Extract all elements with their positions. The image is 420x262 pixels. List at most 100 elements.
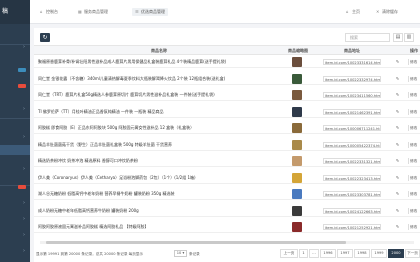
edit-icon[interactable]: ✎ bbox=[395, 109, 400, 115]
sidebar-chevron-icon[interactable]: › bbox=[23, 200, 25, 206]
page-size-select[interactable]: 10 ▾ bbox=[174, 250, 187, 257]
table-row[interactable]: 成人奶粉无糖中老年低脂高钙营养牛奶粉 罐装奶粉 200g item.jd.com/… bbox=[34, 205, 420, 217]
edit-icon[interactable]: ✎ bbox=[395, 92, 400, 98]
sidebar-item-active[interactable] bbox=[0, 145, 30, 155]
tab-service-goods[interactable]: ▦ 服务商品管理 bbox=[78, 8, 108, 16]
sidebar-logo: 稿 bbox=[0, 0, 30, 24]
operate-cell[interactable]: 修改 bbox=[408, 75, 420, 82]
clear-cache-label: 清除缓存 bbox=[382, 9, 398, 14]
page-button[interactable]: 1996 bbox=[320, 249, 336, 258]
scrollbar-thumb[interactable] bbox=[46, 241, 346, 244]
sidebar-chevron-icon[interactable]: › bbox=[23, 248, 25, 254]
product-thumbnail[interactable] bbox=[292, 90, 302, 100]
tab-dashboard[interactable]: ⌂ 控制台 bbox=[40, 8, 58, 16]
operate-cell[interactable]: 修改 bbox=[408, 224, 420, 230]
page-button[interactable]: 1997 bbox=[337, 249, 353, 258]
table-row[interactable]: 精品羊肚菌菌菇干货（野生）正品羊肚菌礼盒装 500g 特级羊肚菌 干货营养 ite… bbox=[34, 139, 420, 151]
product-url-field[interactable]: item.jd.com/10021462391.html bbox=[323, 108, 381, 115]
columns-icon: ▥ bbox=[406, 34, 412, 40]
product-thumbnail[interactable] bbox=[292, 123, 302, 133]
product-thumbnail[interactable] bbox=[292, 172, 302, 183]
product-thumbnail[interactable] bbox=[292, 57, 302, 67]
product-url-field[interactable]: item.jd.com/10024122663.html bbox=[323, 207, 381, 214]
edit-icon[interactable]: ✎ bbox=[395, 208, 400, 214]
edit-icon[interactable]: ✎ bbox=[395, 224, 400, 230]
edit-icon[interactable]: ✎ bbox=[395, 158, 400, 164]
operate-cell[interactable]: 修改 bbox=[408, 191, 420, 197]
sidebar-chevron-icon[interactable]: › bbox=[23, 232, 25, 238]
header-operate[interactable]: 操作 bbox=[408, 46, 420, 56]
refresh-button[interactable]: ↻ bbox=[40, 33, 50, 42]
table-row[interactable]: 湖人谷无糖奶粉 低脂高钙中老年奶粉 营养早餐牛奶粉 罐装奶粉 350g 精选装 i… bbox=[34, 188, 420, 200]
sidebar-logo-text: 稿 bbox=[2, 8, 9, 15]
page-button[interactable]: 1999 bbox=[371, 249, 387, 258]
operate-cell[interactable]: 修改 bbox=[408, 125, 420, 131]
horizontal-scrollbar[interactable] bbox=[40, 241, 414, 244]
view-toggle-button[interactable]: ▤ bbox=[393, 33, 403, 42]
product-thumbnail[interactable] bbox=[292, 156, 302, 166]
edit-icon[interactable]: ✎ bbox=[395, 59, 400, 65]
product-url-field[interactable]: item.jd.com/10023331614.html bbox=[323, 59, 381, 65]
edit-icon[interactable]: ✎ bbox=[395, 142, 400, 148]
page-button-active[interactable]: 2000 bbox=[388, 249, 404, 258]
product-name: 聚福原香鹿茸补骨/补肾壮阳男性滋补品成人鹿茸片男用保健品礼盒装鹿茸礼品 4个装精… bbox=[38, 59, 227, 64]
product-thumbnail[interactable] bbox=[292, 222, 302, 232]
table-row[interactable]: 阿胶糕 即食阿胶（E）正品东阿阿胶块 500g 阿胶固元膏女性滋补品 12 盒装… bbox=[34, 122, 420, 134]
clear-cache-button[interactable]: ✕ 清除缓存 bbox=[376, 8, 398, 16]
product-thumbnail[interactable] bbox=[292, 73, 302, 84]
edit-icon[interactable]: ✎ bbox=[395, 175, 400, 181]
product-url-field[interactable]: item.jd.com/10023411560.html bbox=[323, 92, 381, 98]
edit-icon[interactable]: ✎ bbox=[395, 125, 400, 131]
product-thumbnail[interactable] bbox=[292, 205, 302, 216]
product-url-field[interactable]: item.jd.com/10023303781.html bbox=[323, 191, 381, 197]
product-url-field[interactable]: item.jd.com/10022331321.html bbox=[323, 158, 381, 164]
main-panel: ↻ 搜索 ▤ ▥ 商品名称 商品缩略图 商品地址 操作 聚福原香鹿茸补骨/补肾壮… bbox=[34, 28, 420, 262]
prev-page-button[interactable]: 上一页 bbox=[280, 249, 298, 258]
product-name: 阿胶糕 即食阿胶（E）正品东阿阿胶块 500g 阿胶固元膏女性滋补品 12 盒装… bbox=[38, 125, 195, 130]
search-input[interactable]: 搜索 bbox=[345, 33, 390, 42]
product-url-field[interactable]: item.jd.com/100006711241.html bbox=[323, 125, 381, 131]
product-url-field[interactable]: item.jd.com/10022332974.html bbox=[323, 75, 381, 82]
tab-preferred-goods[interactable]: ☰ 优选商品管理 bbox=[132, 8, 168, 16]
product-url-field[interactable]: item.jd.com/10021252921.html bbox=[323, 224, 381, 230]
sidebar-chevron-icon[interactable]: › bbox=[23, 166, 25, 172]
page-button[interactable]: 1 bbox=[299, 249, 308, 258]
table-row[interactable]: 聚福原香鹿茸补骨/补肾壮阳男性滋补品成人鹿茸片男用保健品礼盒装鹿茸礼品 4个装精… bbox=[34, 56, 420, 68]
operate-cell[interactable]: 修改 bbox=[408, 207, 420, 214]
product-thumbnail[interactable] bbox=[292, 139, 302, 150]
columns-button[interactable]: ▥ bbox=[404, 33, 414, 42]
sidebar-chevron-icon[interactable]: › bbox=[23, 106, 25, 112]
edit-icon[interactable]: ✎ bbox=[395, 76, 400, 82]
table-row[interactable]: 同仁堂（TRT）鹿茸片礼盒50g精选人参鹿茸原切片 鹿茸切片男性滋补品礼盒装 一… bbox=[34, 89, 420, 101]
product-url-field[interactable]: item.jd.com/10022323413.html bbox=[323, 174, 381, 181]
pagination-bar: 显示第 19991 到第 20000 条记录，总共 20000 条记录 每页显示… bbox=[34, 248, 420, 260]
operate-cell[interactable]: 修改 bbox=[408, 92, 420, 98]
table-row[interactable]: TI 佛罗伦萨（TT）月桂叶精油正品香氛纯精油 一件装 一瓶装 精品商品 item… bbox=[34, 106, 420, 118]
table-row[interactable]: 阿胶阿胶原液固元膏滋补品阿胶糕 精选阿胶礼品 【特级阿胶】 item.jd.com… bbox=[34, 221, 420, 233]
operate-cell[interactable]: 修改 bbox=[408, 108, 420, 115]
sidebar-chevron-icon[interactable]: › bbox=[23, 134, 25, 140]
header-url[interactable]: 商品地址 bbox=[323, 46, 381, 56]
refresh-icon: ↻ bbox=[42, 34, 48, 41]
home-link[interactable]: ⌂ 主页 bbox=[346, 8, 360, 16]
table-row[interactable]: 同仁堂 金银花露（不含糖）340ml儿童清热解毒夏季饮料大瓶装解渴降火饮品 2个… bbox=[34, 73, 420, 85]
search-placeholder: 搜索 bbox=[350, 35, 358, 40]
header-name[interactable]: 商品名称 bbox=[38, 46, 280, 56]
product-thumbnail[interactable] bbox=[292, 189, 302, 199]
operate-cell[interactable]: 修改 bbox=[408, 141, 420, 148]
page-button[interactable]: 1998 bbox=[354, 249, 370, 258]
table-row[interactable]: 伊人美（Coronaryus）伊人美（Cetharya）足浴粉泡脚药包（2包）（… bbox=[34, 172, 420, 184]
sidebar-chevron-icon[interactable]: › bbox=[23, 216, 25, 222]
next-page-button[interactable]: 下一页 bbox=[405, 249, 420, 258]
product-url-field[interactable]: item.jd.com/100005422374.html bbox=[323, 141, 381, 148]
operate-cell[interactable]: 修改 bbox=[408, 158, 420, 164]
tab-label: 服务商品管理 bbox=[84, 9, 108, 14]
product-name: 精品羊肚菌菌菇干货（野生）正品羊肚菌礼盒装 500g 特级羊肚菌 干货营养 bbox=[38, 141, 172, 147]
table-row[interactable]: 精选奶茶粉冲饮 奶茶冲泡 精选原料 香醇可口冲饮奶茶粉 item.jd.com/1… bbox=[34, 155, 420, 167]
edit-icon[interactable]: ✎ bbox=[395, 191, 400, 197]
product-thumbnail[interactable] bbox=[292, 106, 302, 117]
header-thumbnail[interactable]: 商品缩略图 bbox=[284, 46, 312, 56]
operate-cell[interactable]: 修改 bbox=[408, 174, 420, 181]
sidebar-chevron-icon[interactable]: › bbox=[23, 44, 25, 50]
operate-cell[interactable]: 修改 bbox=[408, 59, 420, 65]
